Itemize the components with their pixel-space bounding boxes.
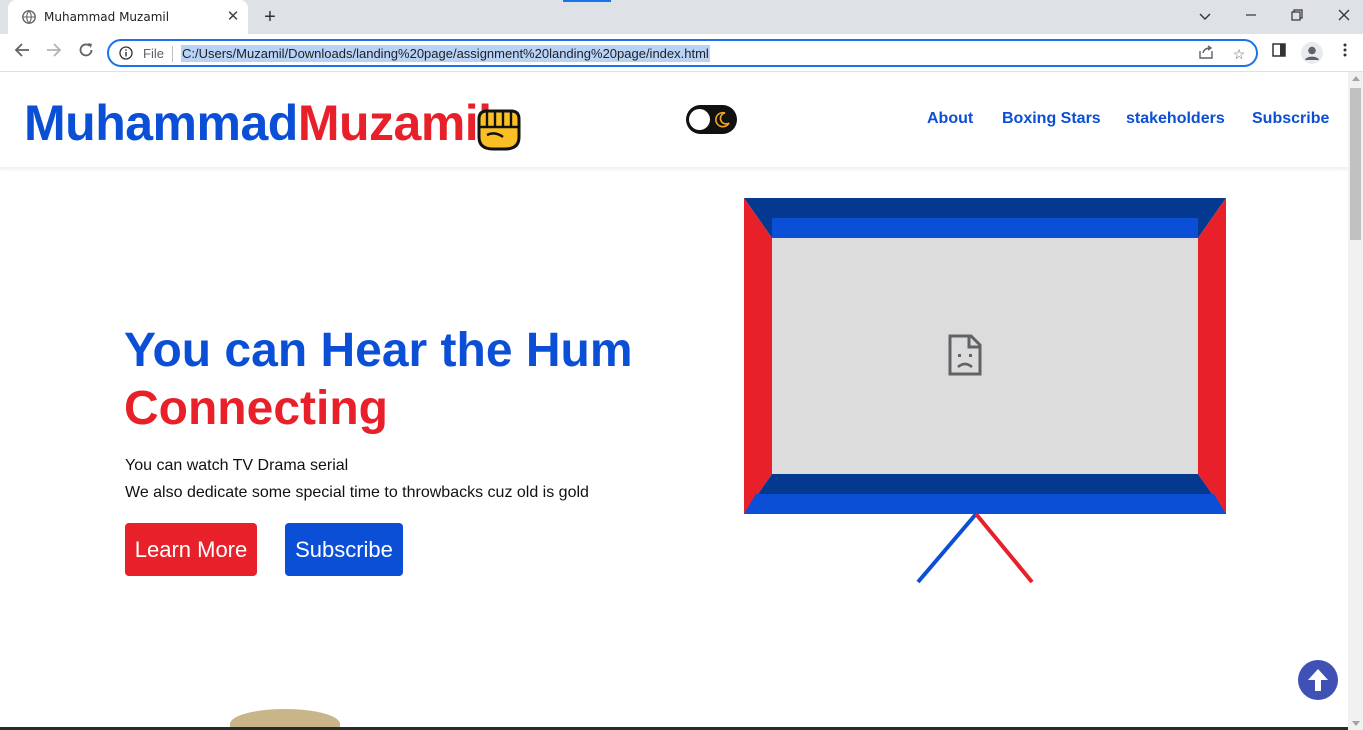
scroll-down-arrow-icon[interactable]: [1352, 721, 1360, 726]
address-bar[interactable]: File C:/Users/Muzamil/Downloads/landing%…: [107, 39, 1258, 67]
browser-toolbar: File C:/Users/Muzamil/Downloads/landing%…: [0, 34, 1363, 72]
profile-avatar-icon[interactable]: [1301, 42, 1323, 64]
info-icon[interactable]: [119, 46, 133, 60]
minimize-icon[interactable]: [1237, 4, 1265, 28]
broken-file-icon: [948, 334, 982, 376]
tab-drag-indicator: [563, 0, 611, 2]
close-window-icon[interactable]: [1330, 4, 1358, 28]
back-to-top-button[interactable]: [1298, 660, 1338, 700]
hero-subscribe-button[interactable]: Subscribe: [285, 523, 403, 576]
tab-title: Muhammad Muzamil: [44, 10, 170, 24]
hero-text-line-1: You can watch TV Drama serial: [125, 457, 349, 474]
learn-more-button[interactable]: Learn More: [125, 523, 257, 576]
browser-tab[interactable]: Muhammad Muzamil ✕: [8, 0, 248, 34]
hero-text-line-2: We also dedicate some special time to th…: [125, 484, 589, 501]
side-panel-icon[interactable]: [1268, 42, 1290, 64]
back-icon[interactable]: [9, 40, 35, 66]
nav-stakeholders[interactable]: stakeholders: [1126, 110, 1225, 128]
page-scrollbar[interactable]: [1348, 72, 1363, 730]
bookmark-star-icon[interactable]: ☆: [1230, 45, 1248, 63]
nav-about[interactable]: About: [927, 110, 973, 128]
hero-title-line-1: You can Hear the Hum: [124, 324, 633, 377]
new-tab-button[interactable]: +: [258, 5, 282, 29]
tab-search-icon[interactable]: [1191, 4, 1219, 28]
menu-kebab-icon[interactable]: [1334, 42, 1356, 64]
url-text[interactable]: C:/Users/Muzamil/Downloads/landing%20pag…: [181, 45, 710, 62]
theme-toggle[interactable]: [686, 105, 737, 134]
globe-icon: [22, 10, 36, 24]
arrow-up-icon: [1308, 669, 1328, 691]
nav-subscribe[interactable]: Subscribe: [1252, 110, 1329, 128]
restore-icon[interactable]: [1283, 4, 1311, 28]
share-icon[interactable]: [1197, 45, 1215, 63]
logo-last-name: Muzamil: [297, 95, 492, 151]
scroll-thumb[interactable]: [1350, 88, 1361, 240]
omnibox-divider: [172, 46, 173, 62]
tv-illustration: [744, 198, 1226, 584]
site-logo[interactable]: MuhammadMuzamil: [24, 94, 492, 152]
hero-title-line-2: Connecting: [124, 382, 388, 435]
scroll-up-arrow-icon[interactable]: [1352, 76, 1360, 81]
nav-boxing-stars[interactable]: Boxing Stars: [1002, 110, 1101, 128]
reload-icon[interactable]: [73, 40, 99, 66]
fist-icon: [477, 109, 521, 151]
site-header: MuhammadMuzamil About Boxing Stars stake…: [0, 72, 1348, 167]
hero-title: You can Hear the Hum Connecting: [124, 322, 633, 438]
close-tab-icon[interactable]: ✕: [224, 8, 242, 26]
page-viewport: MuhammadMuzamil About Boxing Stars stake…: [0, 72, 1348, 730]
toggle-knob: [689, 109, 710, 130]
scheme-label: File: [143, 46, 164, 61]
logo-first-name: Muhammad: [24, 95, 298, 151]
moon-icon: [715, 111, 730, 128]
forward-icon[interactable]: [41, 40, 67, 66]
browser-tab-bar: Muhammad Muzamil ✕ +: [0, 0, 1363, 34]
